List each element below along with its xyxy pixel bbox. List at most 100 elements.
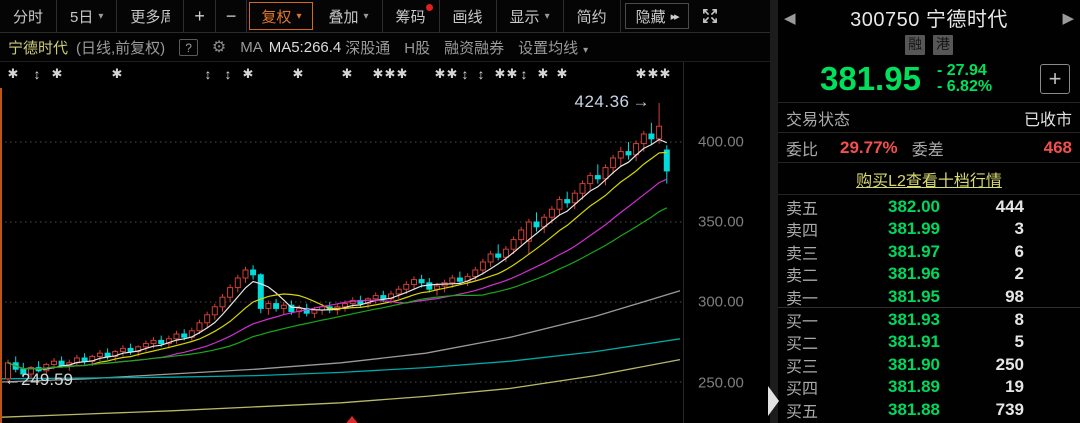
order-price[interactable]: 381.96 [840, 264, 940, 284]
order-quantity: 3 [940, 219, 1080, 239]
button-chips[interactable]: 筹码 [383, 0, 440, 32]
right-arrow-icon: → [633, 92, 651, 111]
axis-label-300: 300.00 [698, 294, 744, 311]
chevron-down-icon: ▾ [583, 45, 588, 56]
prev-stock-arrow[interactable]: ◀ [784, 9, 796, 27]
buy-row-4[interactable]: 买四 381.89 19 [778, 375, 1080, 397]
link-margin-trading[interactable]: 融资融券 [444, 37, 504, 58]
bottom-event-marker [344, 416, 360, 423]
order-price[interactable]: 381.89 [840, 377, 940, 397]
order-price[interactable]: 381.95 [840, 287, 940, 307]
zoom-out-button[interactable]: − [216, 0, 248, 32]
event-marker-star-icon[interactable]: ✱ [112, 66, 123, 82]
event-marker-star-icon[interactable]: ✱ [293, 66, 304, 82]
event-marker-updown-icon[interactable]: ↕ [205, 66, 212, 82]
order-level-label: 买一 [786, 308, 840, 332]
order-quantity: 6 [940, 242, 1080, 262]
order-price[interactable]: 381.91 [840, 332, 940, 352]
event-marker-star-icon[interactable]: ✱ [660, 66, 671, 82]
button-draw-line[interactable]: 画线 [440, 0, 497, 32]
button-display-label: 显示 [510, 6, 540, 27]
chevron-down-icon: ▾ [363, 11, 368, 22]
order-price[interactable]: 381.90 [840, 355, 940, 375]
sell-row-3[interactable]: 卖三 381.97 6 [778, 240, 1080, 262]
event-marker-star-icon[interactable]: ✱ [538, 66, 549, 82]
event-marker-star-icon[interactable]: ✱ [342, 66, 353, 82]
link-shenzhen-connect[interactable]: 深股通 [345, 37, 390, 58]
fullscreen-button[interactable] [693, 0, 727, 32]
sell-row-4[interactable]: 卖二 381.96 2 [778, 262, 1080, 284]
button-5day[interactable]: 5日▾ [57, 0, 117, 32]
event-marker-star-icon[interactable]: ✱ [447, 66, 458, 82]
order-quantity: 98 [940, 287, 1080, 307]
buy-row-1[interactable]: 买一 381.93 8 [778, 308, 1080, 330]
ma-settings-button[interactable]: 设置均线▾ [518, 37, 588, 58]
order-price[interactable]: 381.97 [840, 242, 940, 262]
event-marker-star-icon[interactable]: ✱ [495, 66, 506, 82]
order-price[interactable]: 381.88 [840, 400, 940, 420]
button-overlay[interactable]: 叠加▾ [315, 0, 382, 32]
gear-icon[interactable]: ⚙ [212, 37, 226, 57]
hk-badge: 港 [933, 35, 953, 55]
event-marker-star-icon[interactable]: ✱ [385, 66, 396, 82]
button-5day-label: 5日 [70, 6, 93, 27]
buy-l2-link[interactable]: 购买L2查看十档行情 [856, 167, 1002, 191]
double-arrow-icon: ▸▸ [671, 10, 678, 23]
sell-row-1[interactable]: 卖五 382.00 444 [778, 195, 1080, 217]
event-marker-star-icon[interactable]: ✱ [557, 66, 568, 82]
margin-badge: 融 [905, 35, 925, 55]
button-intraday[interactable]: 分时 [0, 0, 57, 32]
order-level-label: 买四 [786, 375, 840, 399]
event-marker-updown-icon[interactable]: ↕ [34, 66, 41, 82]
order-price[interactable]: 382.00 [840, 197, 940, 217]
order-level-label: 卖二 [786, 262, 840, 286]
weibi-label: 委比 [786, 136, 818, 160]
next-stock-arrow[interactable]: ▶ [1062, 9, 1074, 27]
buy-row-3[interactable]: 买三 381.90 250 [778, 353, 1080, 375]
sell-row-5[interactable]: 卖一 381.95 98 [778, 285, 1080, 307]
order-price[interactable]: 381.99 [840, 219, 940, 239]
chart-mode-label: (日线,前复权) [76, 37, 165, 58]
button-simple-mode[interactable]: 简约 [564, 0, 621, 32]
buy-row-5[interactable]: 买五 381.88 739 [778, 398, 1080, 420]
trade-status-label: 交易状态 [786, 106, 850, 130]
event-marker-star-icon[interactable]: ✱ [397, 66, 408, 82]
axis-label-250: 250.00 [698, 375, 744, 392]
event-marker-star-icon[interactable]: ✱ [636, 66, 647, 82]
panel-divider [770, 0, 778, 423]
event-marker-star-icon[interactable]: ✱ [52, 66, 63, 82]
order-level-label: 买五 [786, 398, 840, 422]
ma5-value: MA5:266.4 [269, 39, 342, 56]
order-quantity: 2 [940, 264, 1080, 284]
link-h-shares[interactable]: H股 [404, 37, 430, 58]
button-adjust-mode[interactable]: 复权▾ [249, 2, 313, 30]
event-marker-updown-icon[interactable]: ↕ [521, 66, 528, 82]
event-marker-updown-icon[interactable]: ↕ [478, 66, 485, 82]
event-marker-star-icon[interactable]: ✱ [8, 66, 19, 82]
button-display[interactable]: 显示▾ [497, 0, 564, 32]
stock-app-window: 分时 5日▾ 更多周期 + − 复权▾ 叠加▾ 筹码 画线 显示▾ 简约 隐藏▸… [0, 0, 1080, 423]
event-marker-updown-icon[interactable]: ↕ [462, 66, 469, 82]
add-to-watchlist-button[interactable]: + [1040, 64, 1070, 94]
help-button[interactable]: ? [179, 39, 198, 56]
quote-header: ◀ 300750 宁德时代 ▶ [778, 0, 1080, 35]
event-marker-star-icon[interactable]: ✱ [243, 66, 254, 82]
order-price[interactable]: 381.93 [840, 310, 940, 330]
order-quantity: 739 [940, 400, 1080, 420]
event-marker-star-icon[interactable]: ✱ [648, 66, 659, 82]
high-price-annotation: 424.36→ [498, 92, 650, 112]
event-marker-star-icon[interactable]: ✱ [435, 66, 446, 82]
sell-row-2[interactable]: 卖四 381.99 3 [778, 217, 1080, 239]
event-marker-updown-icon[interactable]: ↕ [225, 66, 232, 82]
event-marker-star-icon[interactable]: ✱ [507, 66, 518, 82]
panel-collapse-handle[interactable] [768, 386, 779, 416]
candlestick-chart[interactable] [0, 62, 683, 423]
event-marker-star-icon[interactable]: ✱ [373, 66, 384, 82]
order-level-label: 卖五 [786, 195, 840, 219]
button-hide[interactable]: 隐藏▸▸ [625, 3, 689, 29]
event-marker-row: ✱↕✱✱↕↕✱✱✱✱✱✱✱✱↕↕✱✱↕✱✱✱✱✱ [0, 66, 683, 86]
buy-row-2[interactable]: 买二 381.91 5 [778, 330, 1080, 352]
zoom-in-button[interactable]: + [184, 0, 216, 32]
button-more-periods[interactable]: 更多周期 [117, 0, 184, 32]
price-axis: 400.00 350.00 300.00 250.00 [683, 62, 770, 423]
